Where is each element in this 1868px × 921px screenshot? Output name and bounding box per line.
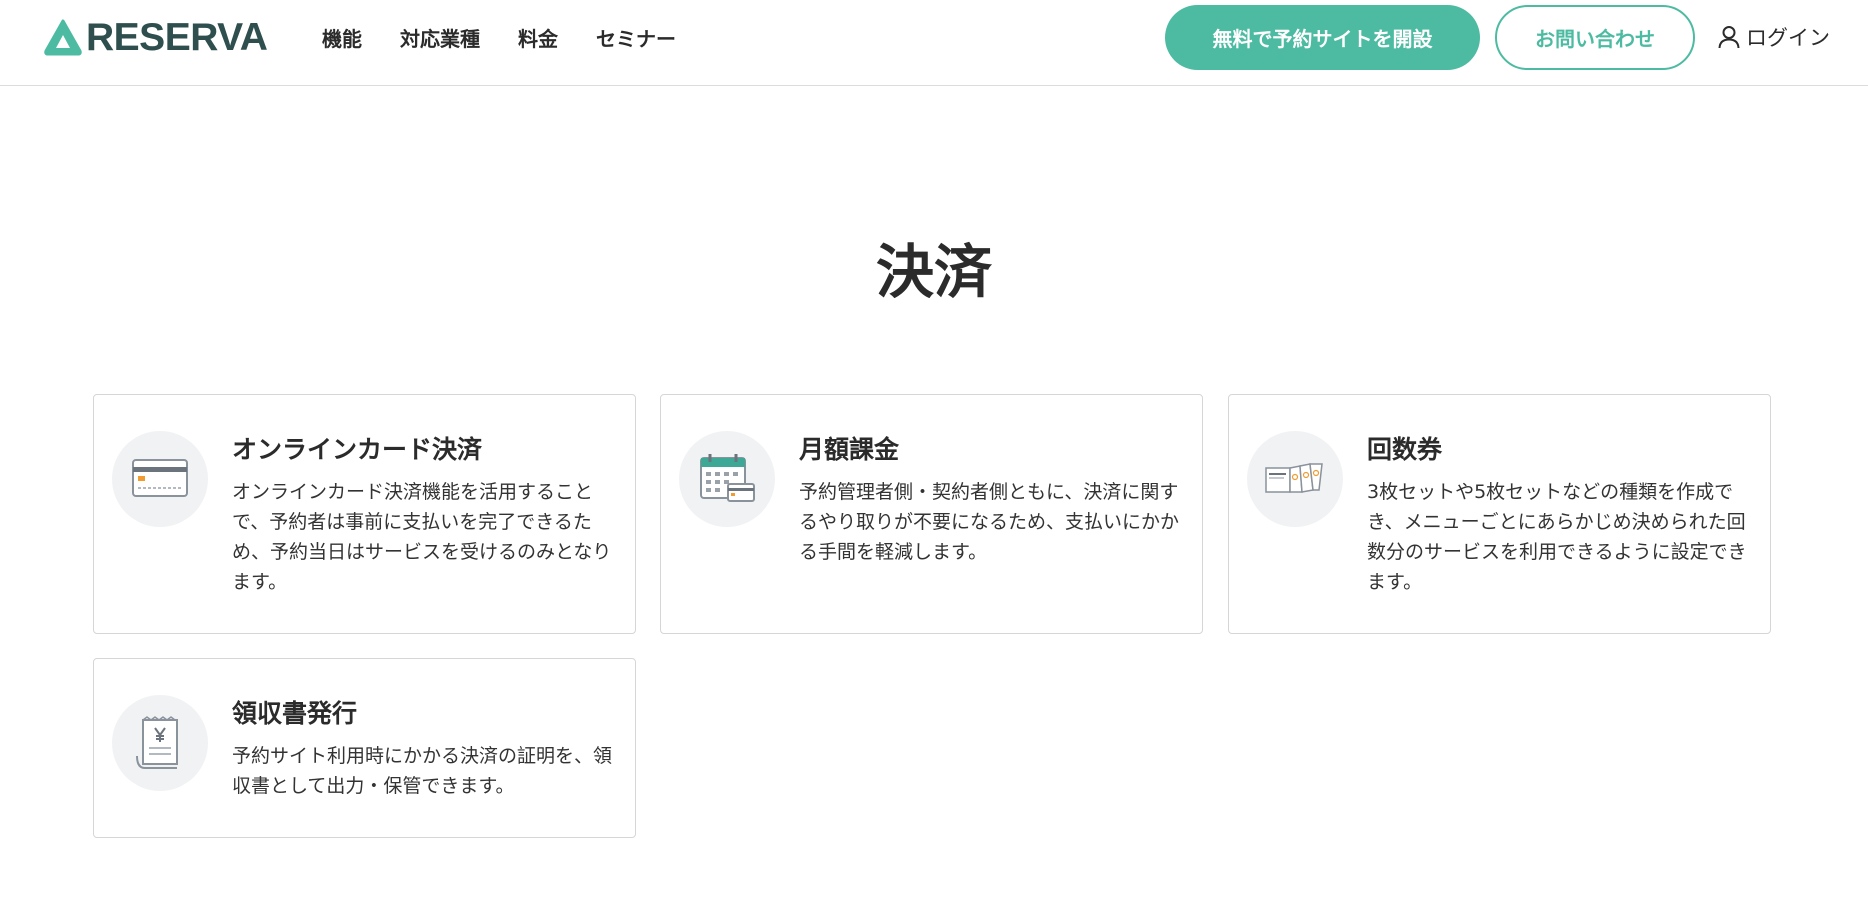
credit-card-icon [132,459,188,497]
card-icon-wrap [679,431,775,527]
card-description: オンラインカード決済機能を活用することで、予約者は事前に支払いを完了できるため、… [232,481,612,593]
feature-card-online-card-payment: オンラインカード決済 オンラインカード決済機能を活用することで、予約者は事前に支… [93,394,636,634]
contact-button[interactable]: お問い合わせ [1495,5,1695,70]
card-description: 予約サイト利用時にかかる決済の証明を、領収書として出力・保管できます。 [232,745,613,797]
open-site-free-button[interactable]: 無料で予約サイトを開設 [1165,5,1480,70]
user-icon [1718,26,1740,49]
site-header: RESERVA 機能 対応業種 料金 セミナー 無料で予約サイトを開設 お問い合… [0,0,1868,86]
card-title: 月額課金 [799,435,900,464]
calendar-card-icon [700,454,755,502]
feature-card-coupon-tickets: 回数券 3枚セットや5枚セットなどの種類を作成でき、メニューごとにあらかじめ決め… [1228,394,1771,634]
card-icon-wrap [112,695,208,791]
card-description: 3枚セットや5枚セットなどの種類を作成でき、メニューごとにあらかじめ決められた回… [1367,481,1747,593]
login-link[interactable]: ログイン [1716,20,1830,54]
nav-item-industries[interactable]: 対応業種 [400,24,480,54]
card-description: 予約管理者側・契約者側ともに、決済に関するやり取りが不要になるため、支払いにかか… [799,481,1180,563]
logo[interactable]: RESERVA [43,16,268,59]
ticket-icon [1265,463,1323,493]
nav-item-features[interactable]: 機能 [322,24,362,54]
feature-card-monthly-billing: 月額課金 予約管理者側・契約者側ともに、決済に関するやり取りが不要になるため、支… [660,394,1203,634]
card-icon-wrap [112,431,208,527]
card-icon-wrap [1247,431,1343,527]
main-nav: 機能 対応業種 料金 セミナー [322,24,714,54]
card-title: 回数券 [1367,435,1443,464]
card-title: オンラインカード決済 [232,435,483,464]
page-title: 決済 [875,238,992,306]
card-title: 領収書発行 [232,699,358,728]
nav-item-pricing[interactable]: 料金 [518,24,558,54]
logo-text: RESERVA [86,16,268,59]
login-label: ログイン [1746,26,1830,50]
nav-item-seminar[interactable]: セミナー [596,24,676,54]
reserva-logo-icon [44,19,82,56]
feature-card-receipt-issuance: 領収書発行 予約サイト利用時にかかる決済の証明を、領収書として出力・保管できます… [93,658,636,838]
receipt-icon [136,716,178,769]
